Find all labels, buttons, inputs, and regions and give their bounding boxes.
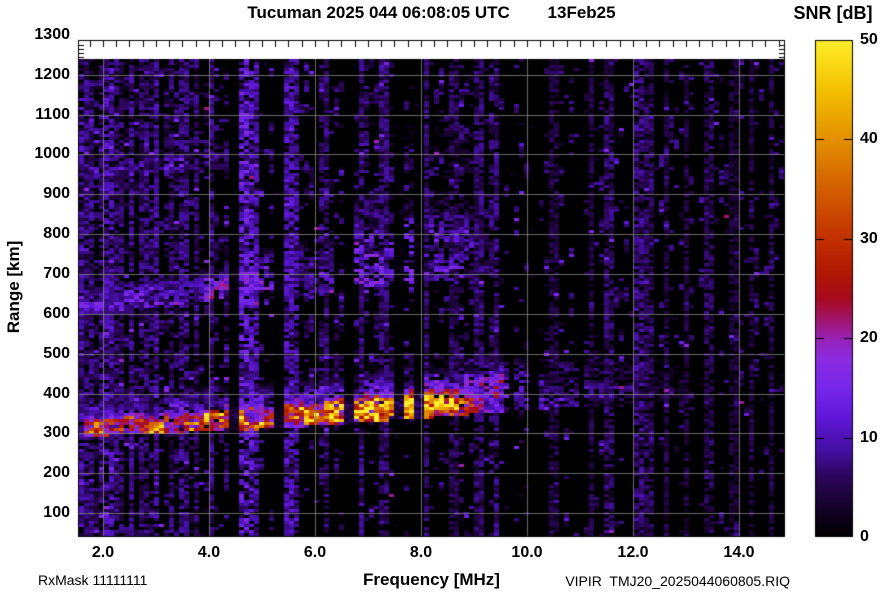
y-tick-label: 200 [43, 464, 70, 481]
y-tick-label: 300 [43, 424, 70, 441]
y-tick-label: 900 [43, 185, 70, 202]
colorbar-tick-label: 50 [860, 31, 878, 48]
colorbar-tick-label: 10 [860, 429, 878, 446]
y-tick-label: 700 [43, 265, 70, 282]
x-tick-label: 6.0 [303, 544, 327, 561]
y-tick-label: 1100 [35, 106, 70, 123]
rx-mask-annotation: RxMask 11111111 [38, 572, 148, 588]
x-tick-label: 8.0 [409, 544, 433, 561]
colorbar-tick-label: 40 [860, 130, 878, 147]
x-tick-label: 4.0 [197, 544, 221, 561]
colorbar-tick-label: 0 [860, 528, 869, 545]
y-tick-label: 600 [43, 305, 70, 322]
source-file-annotation: VIPIR TMJ20_2025044060805.RIQ [565, 573, 790, 589]
plot-title: Tucuman 2025 044 06:08:05 UTC 13Feb25 [247, 3, 616, 22]
colorbar-title: SNR [dB] [793, 3, 873, 23]
colorbar-tick-label: 30 [860, 230, 878, 247]
x-tick-label: 12.0 [617, 544, 649, 561]
y-tick-label: 1000 [34, 145, 70, 162]
x-tick-label: 2.0 [91, 544, 115, 561]
y-tick-label: 1200 [34, 66, 70, 83]
ionogram-plot-canvas [0, 0, 884, 595]
y-tick-label: 100 [43, 504, 70, 521]
x-tick-label: 10.0 [511, 544, 543, 561]
colorbar-tick-label: 20 [860, 329, 878, 346]
y-tick-label: 1300 [34, 26, 70, 43]
y-tick-label: 400 [43, 385, 70, 402]
x-tick-label: 14.0 [723, 544, 755, 561]
ionogram-page: Tucuman 2025 044 06:08:05 UTC 13Feb25 SN… [0, 0, 884, 595]
y-tick-label: 800 [43, 225, 70, 242]
y-tick-label: 500 [43, 345, 70, 362]
